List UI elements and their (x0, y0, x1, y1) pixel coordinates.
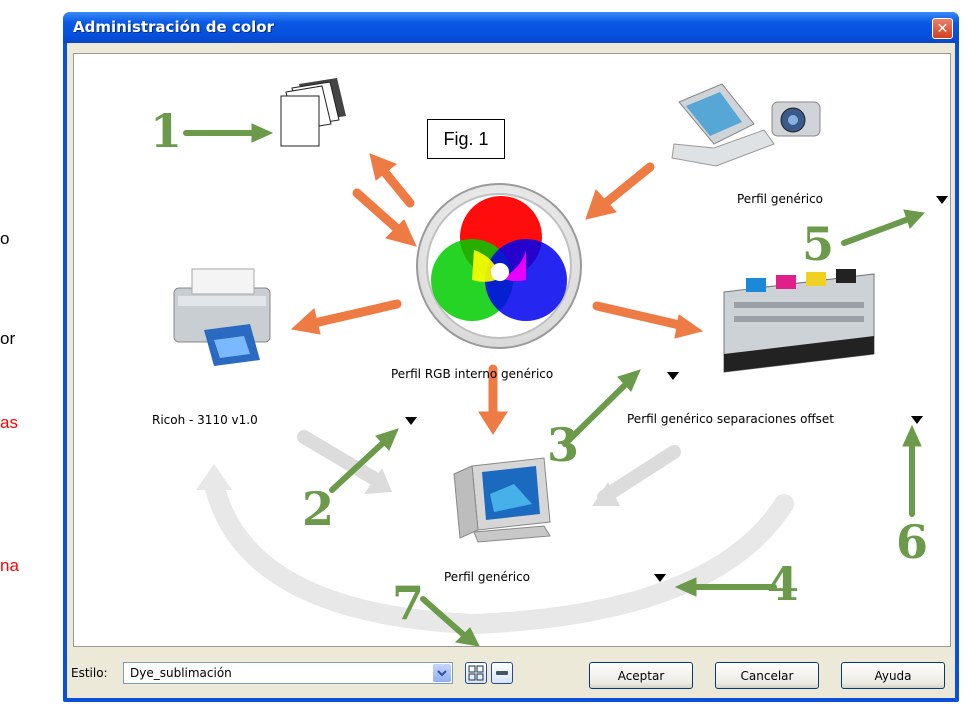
accept-button[interactable]: Aceptar (589, 662, 693, 689)
color-wheel-icon (416, 183, 582, 349)
help-button[interactable]: Ayuda (841, 662, 945, 689)
side-text-fragment: as (0, 413, 18, 432)
printer-profile-label: Ricoh - 3110 v1.0 (152, 413, 258, 427)
dropdown-arrow-icon[interactable] (654, 574, 666, 582)
rgb-profile-label: Perfil RGB interno genérico (391, 367, 554, 381)
dialog-footer: Estilo: Dye_sublimación Aceptar Cancelar… (67, 648, 955, 698)
offset-profile-label: Perfil genérico separaciones offset (627, 412, 835, 426)
step-number: 3 (547, 418, 580, 472)
side-text-fragment: o (0, 229, 10, 248)
flow-arrows-icon (173, 78, 926, 646)
chevron-down-icon[interactable] (433, 664, 451, 682)
monitor-icon (453, 457, 551, 543)
estilo-select[interactable]: Dye_sublimación (123, 662, 453, 684)
close-button[interactable]: ✕ (932, 18, 953, 39)
delete-style-button[interactable] (491, 662, 513, 684)
step-number: 2 (302, 482, 335, 536)
scanner-camera-icon (671, 83, 821, 167)
printer-icon (173, 268, 271, 366)
step-number: 1 (150, 104, 183, 158)
save-style-button[interactable] (465, 662, 487, 684)
close-icon: ✕ (936, 20, 949, 37)
step-number: 4 (767, 557, 800, 611)
press-icon (723, 269, 875, 373)
color-management-window: Administración de color ✕ Perfil RGB int… (63, 12, 959, 702)
grid-icon (468, 665, 484, 681)
monitor-profile-label: Perfil genérico (444, 570, 531, 584)
side-text-fragment: na (0, 556, 19, 575)
dialog-client-area: Perfil RGB interno genérico Ricoh - 3110… (67, 43, 955, 698)
dropdown-arrow-icon[interactable] (405, 417, 417, 425)
estilo-label: Estilo: (71, 666, 108, 680)
side-text-fragment: or (0, 329, 16, 348)
estilo-value: Dye_sublimación (130, 666, 232, 680)
cancel-button[interactable]: Cancelar (715, 662, 819, 689)
step-number: 6 (896, 515, 929, 569)
minus-icon (496, 671, 508, 675)
step-number: 7 (392, 576, 425, 630)
dropdown-arrow-icon[interactable] (667, 372, 679, 380)
color-flow-canvas: Perfil RGB interno genérico Ricoh - 3110… (73, 53, 951, 647)
figure-label: Fig. 1 (427, 119, 505, 159)
documents-icon (280, 78, 346, 147)
dropdown-arrow-icon[interactable] (936, 196, 948, 204)
scanner-profile-label: Perfil genérico (737, 192, 824, 206)
title-bar[interactable]: Administración de color ✕ (63, 12, 959, 43)
window-title: Administración de color (73, 18, 274, 36)
dropdown-arrow-icon[interactable] (911, 416, 923, 424)
step-number: 5 (802, 217, 835, 271)
